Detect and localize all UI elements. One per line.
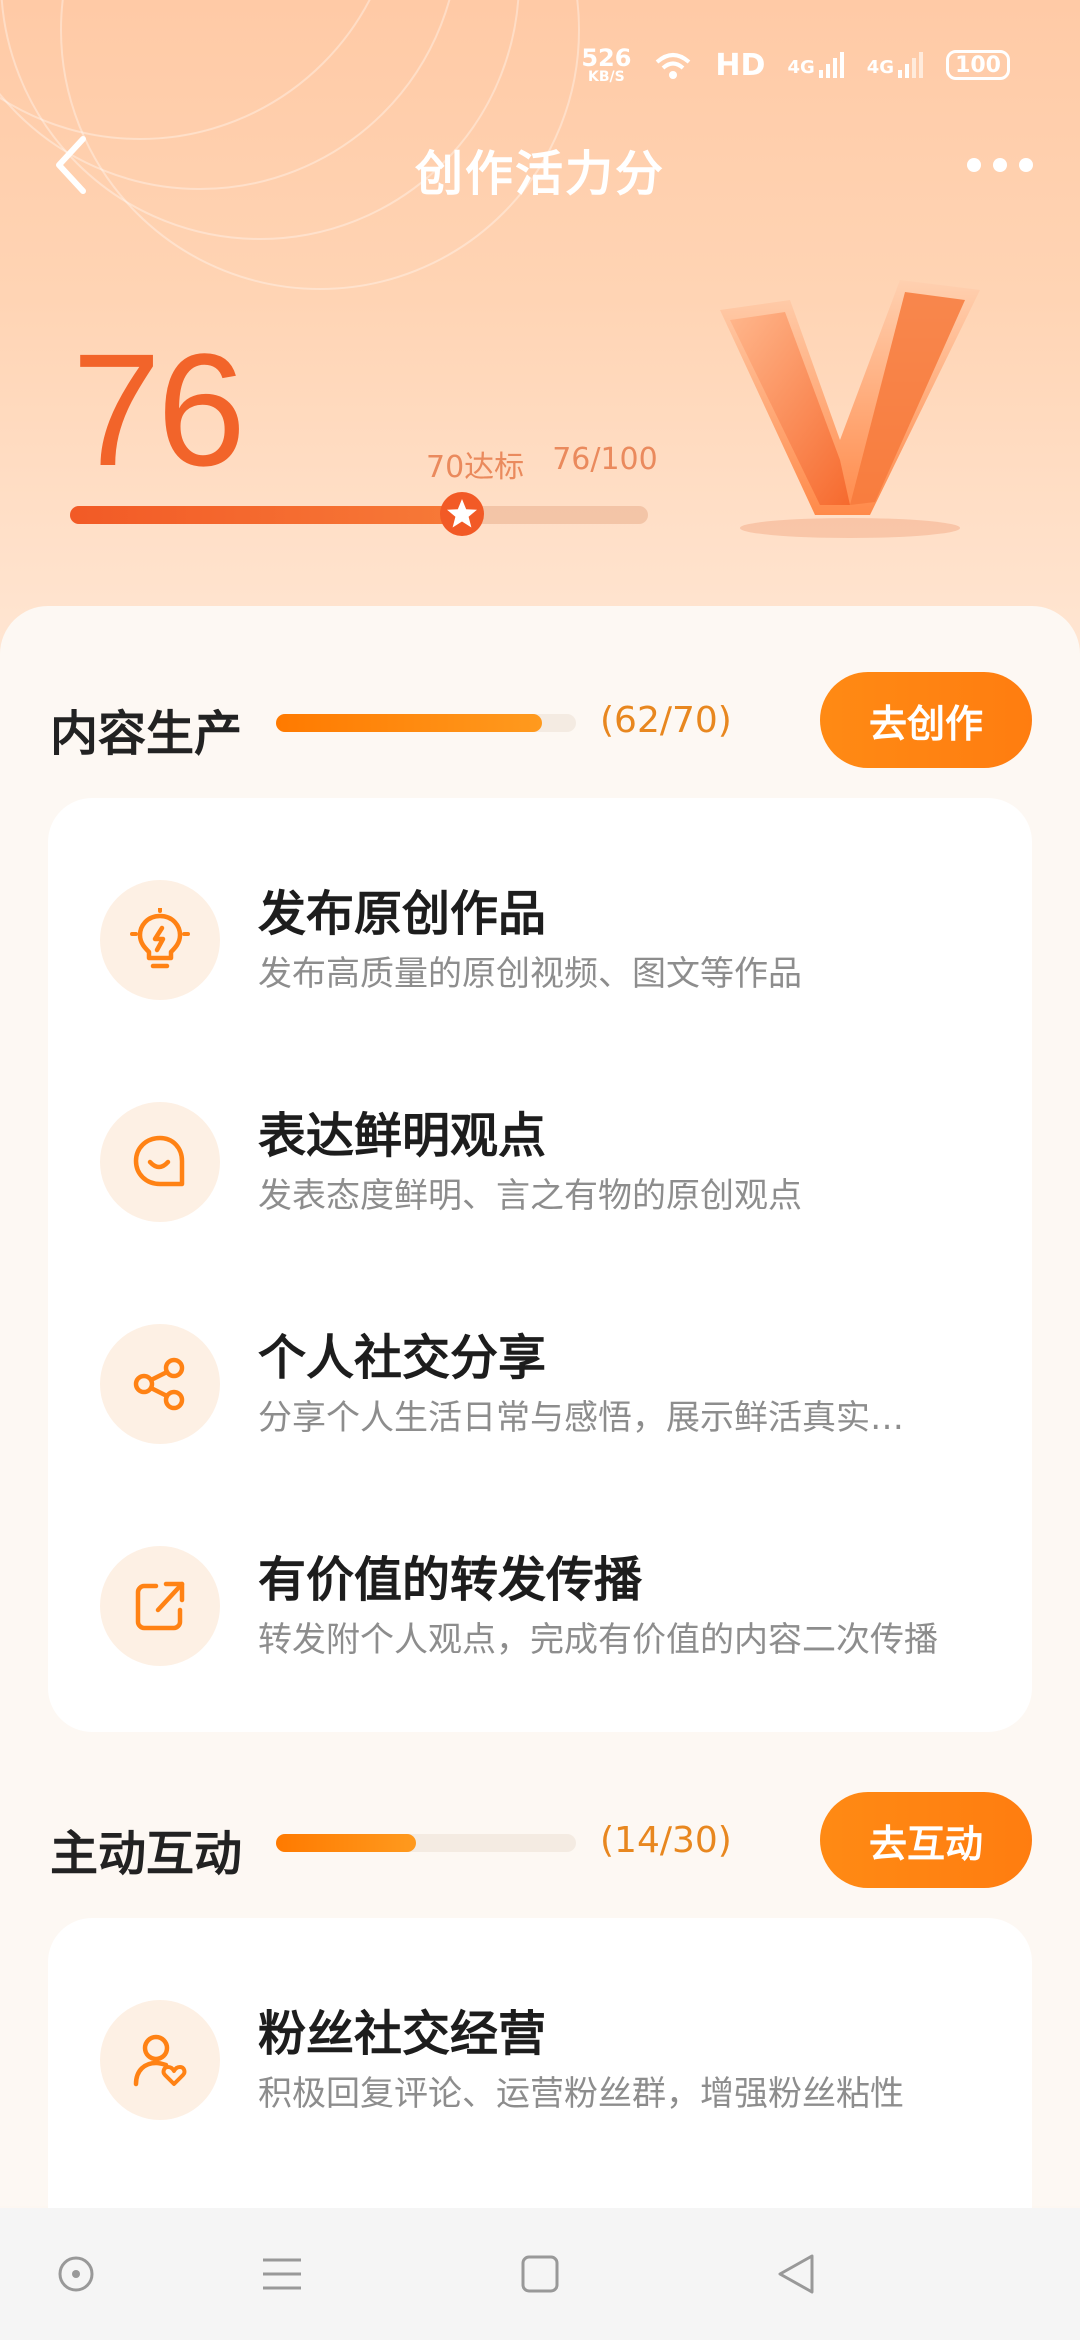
signal-2-label: 4G: [866, 57, 895, 78]
signal-bars-icon: [898, 52, 924, 78]
task-icon-bg: [100, 2000, 220, 2120]
task-title: 个人社交分享: [258, 1330, 547, 1386]
section-header-content-production: 内容生产 (62/70) 去创作: [0, 672, 1080, 772]
nav-menu-button[interactable]: [252, 2244, 312, 2304]
task-item[interactable]: 个人社交分享 分享个人生活日常与感悟，展示鲜活真实…: [48, 1282, 1032, 1482]
section-progress-fill: [276, 714, 542, 732]
task-title: 发布原创作品: [258, 886, 547, 942]
circle-icon: [58, 2256, 94, 2292]
section-header-active-interaction: 主动互动 (14/30) 去互动: [0, 1792, 1080, 1892]
forward-icon: [135, 1581, 185, 1631]
score-meta: 70达标 76/100: [426, 442, 658, 486]
task-description: 转发附个人观点，完成有价值的内容二次传播: [258, 1620, 938, 1660]
nav-assist-button[interactable]: [46, 2244, 106, 2304]
net-speed-value: 526: [581, 44, 632, 72]
signal-1-label: 4G: [787, 57, 815, 78]
score-progress-fill: [70, 506, 466, 524]
task-title: 粉丝社交经营: [258, 2006, 547, 2062]
task-item[interactable]: 表达鲜明观点 发表态度鲜明、言之有物的原创观点: [48, 1060, 1032, 1260]
go-interact-button[interactable]: 去互动: [820, 1792, 1032, 1888]
more-button[interactable]: [950, 130, 1050, 200]
more-dot: [1019, 158, 1033, 172]
net-speed: 526 KB/S: [581, 46, 631, 84]
section-progress-fill: [276, 1834, 417, 1852]
chat-smile-icon: [133, 1135, 185, 1187]
square-icon: [521, 2255, 559, 2293]
signal-bars-icon: [818, 52, 844, 78]
battery-indicator: 100: [946, 50, 1010, 80]
task-icon-bg: [100, 1546, 220, 1666]
nav-back-button[interactable]: [766, 2244, 826, 2304]
content-sheet: 内容生产 (62/70) 去创作 发布原创作品 发布高质量的原创视频、图文等作品: [0, 606, 1080, 2318]
nav-home-button[interactable]: [510, 2244, 570, 2304]
page-title: 创作活力分: [414, 146, 665, 202]
threshold-label: 70达标: [426, 450, 525, 485]
go-create-button[interactable]: 去创作: [820, 672, 1032, 768]
section-progress-bar: [276, 714, 576, 732]
triangle-back-icon: [778, 2254, 814, 2294]
score-progress-bar: [70, 492, 648, 536]
task-icon-bg: [100, 1102, 220, 1222]
task-description: 分享个人生活日常与感悟，展示鲜活真实…: [258, 1398, 904, 1438]
system-nav-bar: [0, 2208, 1080, 2340]
section-title: 主动互动: [50, 1826, 243, 1882]
status-bar: 526 KB/S HD 4G 4G 100: [581, 40, 1010, 90]
signal-2: 4G: [867, 52, 924, 78]
user-heart-icon: [133, 2034, 187, 2087]
task-item[interactable]: 有价值的转发传播 转发附个人观点，完成有价值的内容二次传播: [48, 1504, 1032, 1704]
task-description: 发表态度鲜明、言之有物的原创观点: [258, 1176, 802, 1216]
threshold-star-icon: [440, 492, 485, 536]
section-title: 内容生产: [50, 706, 243, 762]
task-title: 有价值的转发传播: [258, 1552, 643, 1608]
net-speed-unit: KB/S: [588, 69, 625, 85]
task-description: 积极回复评论、运营粉丝群，增强粉丝粘性: [258, 2074, 904, 2114]
share-icon: [133, 1357, 185, 1411]
more-dot: [993, 158, 1007, 172]
task-card-content-production: 发布原创作品 发布高质量的原创视频、图文等作品 表达鲜明观点 发表态度鲜明、言之…: [48, 798, 1032, 1732]
task-item[interactable]: 粉丝社交经营 积极回复评论、运营粉丝群，增强粉丝粘性: [48, 1958, 1032, 2158]
task-description: 发布高质量的原创视频、图文等作品: [258, 954, 802, 994]
task-icon-bg: [100, 1324, 220, 1444]
task-title: 表达鲜明观点: [258, 1108, 547, 1164]
task-icon-bg: [100, 880, 220, 1000]
lightbulb-icon: [130, 908, 190, 969]
section-ratio: (14/30): [600, 1820, 732, 1861]
menu-icon: [263, 2258, 301, 2290]
v-logo-icon: [720, 280, 980, 538]
hd-label: HD: [715, 47, 766, 83]
top-bar: 创作活力分: [0, 120, 1080, 210]
section-ratio: (62/70): [600, 700, 732, 741]
score-value: 76: [72, 320, 246, 499]
more-dot: [967, 158, 981, 172]
wifi-icon: [656, 53, 691, 79]
task-item[interactable]: 发布原创作品 发布高质量的原创视频、图文等作品: [48, 838, 1032, 1038]
signal-1: 4G: [787, 52, 844, 78]
section-progress-bar: [276, 1834, 576, 1852]
score-ratio: 76/100: [552, 442, 658, 477]
hero-header: 526 KB/S HD 4G 4G 100 创作活力分 76 70达标 76/1…: [0, 0, 1080, 660]
